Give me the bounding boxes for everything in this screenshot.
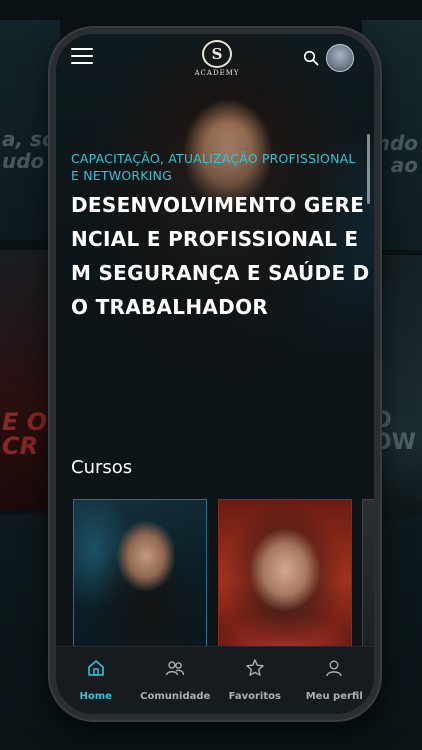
menu-icon-line xyxy=(71,62,93,64)
menu-icon-line xyxy=(71,55,93,57)
nav-item-favorites[interactable]: Favoritos xyxy=(215,658,295,703)
profile-icon xyxy=(326,660,342,677)
course-card[interactable] xyxy=(362,499,374,659)
user-avatar[interactable] xyxy=(326,44,354,72)
phone-frame: S ACADEMY CAPACITAÇÃO, ATUALIZAÇÃO PROFI… xyxy=(50,28,380,720)
nav-label-profile: Meu perfil xyxy=(305,691,363,702)
nav-label-community: Comunidade xyxy=(140,691,211,702)
nav-item-community[interactable]: Comunidade xyxy=(136,658,216,703)
search-button[interactable] xyxy=(303,50,319,66)
nav-item-profile[interactable]: Meu perfil xyxy=(295,658,375,703)
app-logo: S ACADEMY xyxy=(192,40,242,80)
search-icon xyxy=(303,50,319,66)
course-card[interactable] xyxy=(218,499,352,659)
menu-button[interactable] xyxy=(71,48,93,68)
app-screen: S ACADEMY CAPACITAÇÃO, ATUALIZAÇÃO PROFI… xyxy=(56,34,374,714)
courses-heading: Cursos xyxy=(71,457,133,478)
star-icon xyxy=(246,659,264,676)
course-card[interactable] xyxy=(73,499,207,659)
hero-subtitle: CAPACITAÇÃO, ATUALIZAÇÃO PROFISSIONAL E … xyxy=(71,151,356,183)
logo-text: ACADEMY xyxy=(194,69,240,77)
hero-title: DESENVOLVIMENTO GERENCIAL E PROFISSIONAL… xyxy=(71,193,370,319)
menu-icon-line xyxy=(71,48,93,50)
background-text-right: ndo ao xyxy=(375,131,418,177)
nav-label-home: Home xyxy=(79,691,112,702)
nav-item-home[interactable]: Home xyxy=(56,658,136,703)
community-icon xyxy=(166,661,185,676)
bottom-navigation: Home Comunidade Favoritos Meu perfil xyxy=(56,646,374,714)
logo-mark: S xyxy=(202,40,232,68)
home-icon xyxy=(87,660,104,676)
nav-label-favorites: Favoritos xyxy=(228,691,281,702)
